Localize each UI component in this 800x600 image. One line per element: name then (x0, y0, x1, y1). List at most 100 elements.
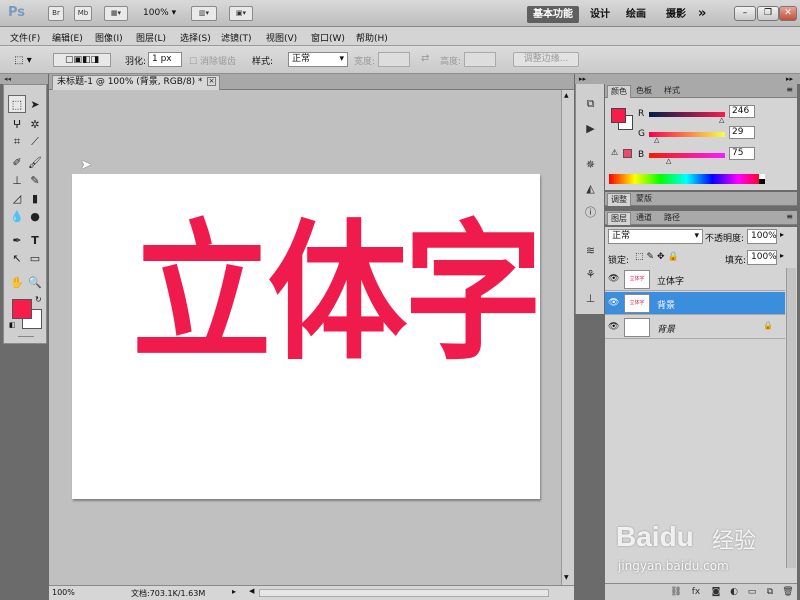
swap-colors-icon[interactable]: ↻ (35, 295, 42, 304)
gamut-warning-icon[interactable]: ⚠ (611, 148, 618, 157)
close-button[interactable]: ✕ (779, 6, 797, 21)
clone-source-panel-icon[interactable]: ⚘ (582, 266, 599, 282)
menu-select[interactable]: 选择(S) (180, 31, 211, 44)
blur-tool-icon[interactable]: 💧 (8, 207, 26, 225)
spot-healing-tool-icon[interactable]: ✐ (8, 153, 26, 171)
hand-tool-icon[interactable]: ✋ (8, 273, 26, 291)
tool-presets-panel-icon[interactable]: ⊥ (582, 290, 599, 306)
link-layers-icon[interactable]: ⛓ (669, 586, 683, 598)
fg-color-preview[interactable] (611, 108, 626, 123)
crop-tool-icon[interactable]: ⌗ (8, 133, 26, 151)
ramp-black-swatch[interactable] (759, 179, 765, 184)
zoom-level-dropdown[interactable]: 100% ▾ (143, 8, 176, 18)
r-slider-thumb[interactable]: △ (719, 116, 724, 124)
tab-layers[interactable]: 图层 (607, 212, 631, 225)
scroll-down-icon[interactable]: ▼ (564, 574, 569, 581)
r-value[interactable]: 246 (729, 105, 755, 118)
tab-color[interactable]: 颜色 (607, 85, 631, 98)
menu-layer[interactable]: 图层(L) (136, 31, 166, 44)
layer-row[interactable]: 👁 背景 🔒 (605, 316, 785, 339)
layer-row[interactable]: 👁 立体字 立体字 (605, 268, 785, 291)
bridge-button[interactable]: Br (48, 6, 64, 21)
restore-button[interactable]: ❐ (757, 6, 779, 21)
toolbox-collapse-icon[interactable]: ◂◂ (0, 74, 48, 84)
magic-wand-tool-icon[interactable]: ✲ (26, 115, 44, 133)
tab-adjustments[interactable]: 调整 (607, 193, 631, 206)
fill-input[interactable]: 100% (747, 250, 777, 265)
workspace-design[interactable]: 设计 (584, 6, 616, 23)
eraser-tool-icon[interactable]: ◿ (8, 189, 26, 207)
zoom-tool-icon[interactable]: 🔍 (26, 273, 44, 291)
navigator-panel-icon[interactable]: ✵ (582, 156, 599, 172)
gamut-color-swatch[interactable] (623, 149, 632, 158)
visibility-eye-icon[interactable]: 👁 (608, 322, 619, 332)
workspace-painting[interactable]: 绘画 (620, 6, 652, 23)
gradient-tool-icon[interactable]: ▮ (26, 189, 44, 207)
foreground-color-swatch[interactable] (12, 299, 32, 319)
width-input[interactable] (378, 52, 410, 67)
adjustment-layer-icon[interactable]: ◐ (727, 586, 741, 598)
path-selection-tool-icon[interactable]: ↖ (8, 249, 26, 267)
r-slider[interactable] (649, 112, 725, 117)
close-document-icon[interactable]: × (207, 77, 216, 86)
lasso-tool-icon[interactable]: ⵖ (8, 115, 26, 133)
visibility-eye-icon[interactable]: 👁 (608, 298, 619, 308)
menu-window[interactable]: 窗口(W) (311, 31, 345, 44)
opacity-input[interactable]: 100% (747, 229, 777, 244)
arrange-documents-icon[interactable]: ▥▾ (191, 6, 217, 21)
document-tab[interactable]: 未标题-1 @ 100% (背景, RGB/8) * × (52, 75, 220, 90)
default-colors-icon[interactable]: ◧ (9, 321, 16, 329)
layer-style-icon[interactable]: fx (689, 586, 703, 598)
height-input[interactable] (464, 52, 496, 67)
menu-image[interactable]: 图像(I) (95, 31, 123, 44)
status-menu-arrow-icon[interactable]: ▸ (232, 587, 236, 596)
dodge-tool-icon[interactable]: ● (26, 207, 44, 225)
lock-options-icons[interactable]: ⬚✎✥🔒 (635, 252, 682, 262)
horizontal-scrollbar[interactable] (259, 589, 549, 597)
histogram-panel-icon[interactable]: ◭ (582, 180, 599, 196)
scroll-left-icon[interactable]: ◀ (249, 587, 254, 595)
selection-mode-icons[interactable]: ▢▣◧◨ (53, 53, 111, 67)
pen-tool-icon[interactable]: ✒ (8, 231, 26, 249)
eyedropper-tool-icon[interactable]: ⟋ (26, 133, 44, 151)
new-group-icon[interactable]: ▭ (745, 586, 759, 598)
antialias-checkbox[interactable]: ☐ 消除锯齿 (189, 54, 236, 67)
opacity-arrow-icon[interactable]: ▸ (780, 230, 784, 239)
color-ramp[interactable] (609, 174, 764, 184)
style-select[interactable]: 正常 ▾ (288, 52, 348, 67)
feather-input[interactable]: 1 px (148, 52, 182, 67)
b-value[interactable]: 75 (729, 147, 755, 160)
move-tool-icon[interactable]: ➤ (26, 95, 44, 113)
history-panel-icon[interactable]: ⧉ (582, 96, 599, 112)
clone-stamp-tool-icon[interactable]: ⊥ (8, 171, 26, 189)
layers-scrollbar[interactable] (786, 268, 796, 568)
mini-bridge-button[interactable]: Mb (74, 6, 92, 21)
menu-filter[interactable]: 滤镜(T) (221, 31, 252, 44)
marquee-preset-icon[interactable]: ⬚ ▾ (8, 53, 38, 67)
shape-tool-icon[interactable]: ▭ (26, 249, 44, 267)
blend-mode-select[interactable]: 正常 ▾ (608, 229, 703, 244)
b-slider[interactable] (649, 153, 725, 158)
g-slider-thumb[interactable]: △ (654, 136, 659, 144)
visibility-eye-icon[interactable]: 👁 (608, 274, 619, 284)
type-tool-icon[interactable]: T (26, 231, 44, 249)
rect-marquee-tool-icon[interactable]: ⬚ (8, 95, 26, 113)
b-slider-thumb[interactable]: △ (666, 157, 671, 165)
screen-mode-icon[interactable]: ▣▾ (229, 6, 253, 21)
document-canvas[interactable]: 立体字 (72, 174, 543, 499)
menu-edit[interactable]: 编辑(E) (52, 31, 83, 44)
workspace-photography[interactable]: 摄影 (660, 6, 692, 23)
actions-panel-icon[interactable]: ▶ (582, 120, 599, 136)
tab-paths[interactable]: 路径 (661, 212, 683, 225)
add-mask-icon[interactable]: ◙ (709, 586, 723, 598)
new-layer-icon[interactable]: ⧉ (763, 586, 777, 598)
fill-arrow-icon[interactable]: ▸ (780, 251, 784, 260)
status-zoom[interactable]: 100% (52, 588, 75, 597)
layer-row-selected[interactable]: 👁 立体字 背景 (605, 292, 785, 315)
workspace-essentials[interactable]: 基本功能 (527, 6, 579, 23)
brush-tool-icon[interactable]: 🖌 (26, 153, 44, 171)
delete-layer-icon[interactable]: 🗑 (781, 586, 795, 598)
view-extras-icon[interactable]: ▦▾ (104, 6, 128, 21)
history-brush-tool-icon[interactable]: ✎ (26, 171, 44, 189)
swap-dimensions-icon[interactable]: ⇄ (421, 53, 429, 64)
